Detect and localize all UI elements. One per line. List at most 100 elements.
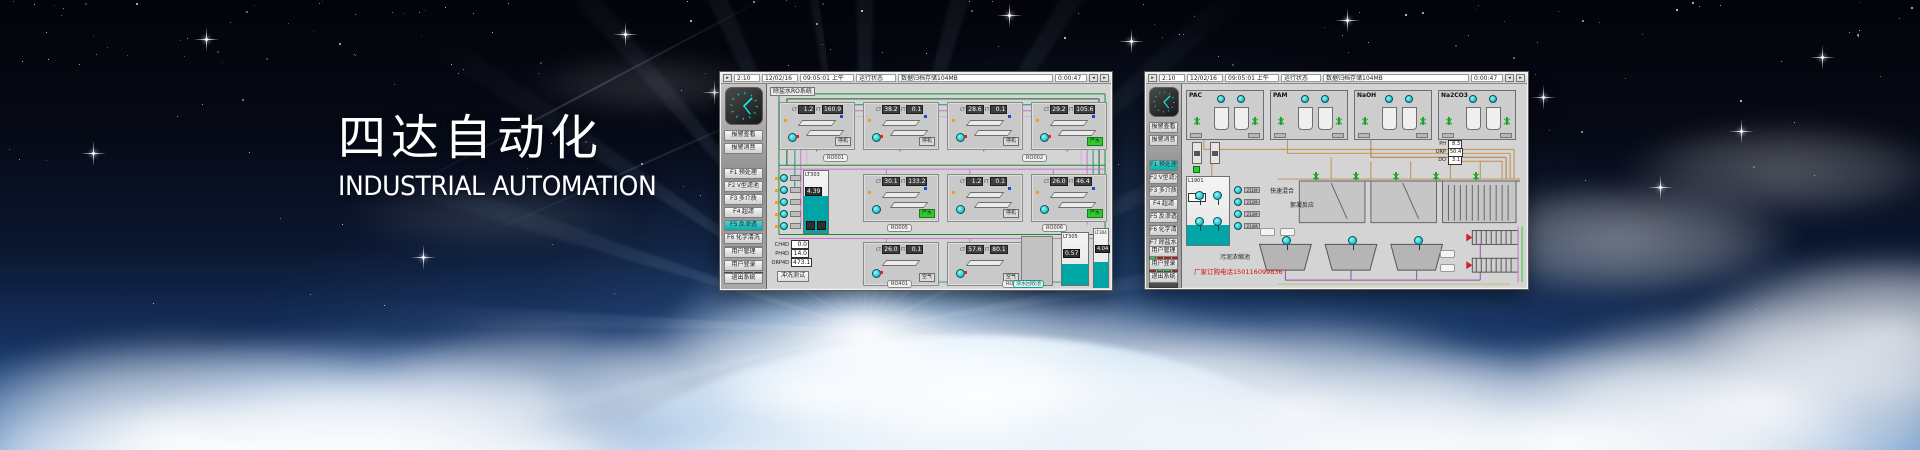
blank-button[interactable] [1260,228,1275,236]
valve-icon[interactable] [1361,117,1369,125]
user-button[interactable]: 用户管理 [1149,246,1178,257]
valve-icon[interactable] [1419,117,1427,125]
valve-icon[interactable] [1445,117,1453,125]
pump-icon[interactable] [780,186,788,194]
blank-button[interactable] [1440,264,1455,272]
sidebar-menu-button[interactable]: F3 多介质 [724,194,763,205]
hmi-window-ro-system[interactable]: ▸ 2:10 12/02/16 09:05:01 上午 运行状态 数据归档存储1… [720,72,1112,290]
titlebar-menu-button[interactable]: ▸ [1148,74,1157,82]
alarm-view-button[interactable]: 报警查看 [724,130,763,141]
blank-button[interactable] [1280,228,1295,236]
unit-state-button[interactable]: 停机 [919,137,935,146]
tag-plate [1332,133,1344,138]
sidebar-menu-button[interactable]: F2 V型滤池 [1149,173,1178,184]
unit-state-button[interactable]: 停机 [835,137,851,146]
pump-icon[interactable] [1040,205,1049,214]
pump-tag: 214M [1244,223,1260,229]
unit-state-button[interactable]: 产水 [1087,209,1103,218]
titlebar-menu-button[interactable]: ▸ [723,74,732,82]
pump-icon[interactable] [780,198,788,206]
pump-icon[interactable] [1234,186,1242,194]
sidebar-menu-button[interactable]: F1 预处理 [1149,160,1178,171]
titlebar-prev-button[interactable]: ◂ [1089,74,1098,82]
valve-icon[interactable] [1193,117,1201,125]
skid-chemical-label: PAC [1189,92,1202,99]
pump-icon[interactable] [1234,210,1242,218]
flush-test-button[interactable]: 冲洗测试 [777,271,809,282]
valve-icon[interactable] [1312,172,1320,180]
dosing-skids: PAC PAM [1186,90,1516,140]
ro-unit[interactable]: CT 1.2 FT 0.1 停机 [947,174,1023,222]
valve-indicator [952,191,955,194]
titlebar-time: 2:10 [1159,74,1185,82]
pump-icon[interactable] [780,210,788,218]
valve-icon[interactable] [1277,117,1285,125]
mixer-icon [1489,95,1497,103]
unit-state-button[interactable]: 停机 [1003,209,1019,218]
sludge-tank-label: 污泥浓缩池 [1220,252,1250,261]
vendor-phone-text: 厂家订购电话150116099836 [1194,266,1283,276]
dosing-skid[interactable]: Na2CO3 [1438,90,1516,140]
titlebar-next-button[interactable]: ▸ [1100,74,1109,82]
sidebar-menu-button[interactable]: F6 化学清洗 [724,233,763,244]
ro-unit[interactable]: CT 28.6 FT 0.1 停机 [947,102,1023,150]
valve-icon[interactable] [1432,172,1440,180]
unit-state-button[interactable]: 产水 [919,209,935,218]
dosing-skid[interactable]: NaOH [1354,90,1432,140]
pump-icon[interactable] [956,205,965,214]
chemical-tank [1466,107,1481,130]
bright-star [1821,56,1824,59]
sidebar-menu-button[interactable]: F2 V型滤池 [724,181,763,192]
dosing-skid[interactable]: PAC [1186,90,1264,140]
valve-icon[interactable] [1352,172,1360,180]
clock-icon [1151,89,1177,115]
sidebar-menu-button[interactable]: F1 预处理 [724,168,763,179]
sidebar-menu-button[interactable]: F5 反渗透 [1149,212,1178,223]
pump-icon[interactable] [780,174,788,182]
sidebar-menu-button[interactable]: F5 反渗透 [724,220,763,231]
mixer-icon [1237,95,1245,103]
user-button[interactable]: 退出系统 [724,273,763,284]
ro-unit[interactable]: CT 29.2 FT 105.6 产水 [1031,102,1107,150]
ro-unit[interactable]: CT 1.2 FT 160.9 停机 [779,102,855,150]
pump-icon[interactable] [1234,198,1242,206]
pump-icon[interactable] [780,222,788,230]
alarm-mute-button[interactable]: 报警消音 [724,143,763,154]
pump-icon[interactable] [1234,222,1242,230]
valve-indicator [924,187,927,190]
alarm-mute-button[interactable]: 报警消音 [1149,135,1178,146]
ro-unit[interactable]: CT 38.2 FT 0.1 停机 [863,102,939,150]
ro-unit[interactable]: CT 30.1 FT 133.2 产水 [863,174,939,222]
blank-button[interactable] [1440,250,1455,258]
valve-icon[interactable] [1472,172,1480,180]
titlebar-next-button[interactable]: ▸ [1516,74,1525,82]
sidebar-menu-button[interactable]: F6 化学清洗 [1149,225,1178,236]
mixer-icon [1195,217,1204,226]
pump-row: 213M [1234,208,1260,220]
pump-icon[interactable] [872,205,881,214]
titlebar-prev-button[interactable]: ◂ [1505,74,1514,82]
user-button[interactable]: 用户登录 [724,260,763,271]
user-button[interactable]: 用户管理 [724,247,763,258]
valve-indicator [964,271,967,274]
dosing-skid[interactable]: PAM [1270,90,1348,140]
valve-icon[interactable] [1251,117,1259,125]
ro-unit[interactable]: CT 26.0 FT 46.4 产水 [1031,174,1107,222]
sidebar: 报警查看 报警消音 F1 预处理 F2 V型滤池 F3 多介质 F4 超滤 F5… [721,84,767,289]
chemical-tank [1234,107,1249,130]
sidebar-menu-button[interactable]: F4 超滤 [724,207,763,218]
alarm-view-button[interactable]: 报警查看 [1149,122,1178,133]
titlebar: ▸ 2:10 12/02/16 09:05:01 上午 运行状态 数据归档存储1… [721,73,1111,84]
unit-state-button[interactable]: 停机 [1003,137,1019,146]
sidebar-menu-button[interactable]: F4 超滤 [1149,199,1178,210]
tank-lt304: LT304 4.04 [1093,228,1109,288]
unit-state-button[interactable]: 产水 [1087,137,1103,146]
hmi-window-pretreatment[interactable]: ▸ 2:10 12/02/16 09:05:01 上午 运行状态 数据归档存储1… [1145,72,1528,289]
valve-icon[interactable] [1335,117,1343,125]
valve-icon[interactable] [1503,117,1511,125]
user-button[interactable]: 退出系统 [1149,272,1178,283]
chemical-tank [1382,107,1397,130]
user-button[interactable]: 用户登录 [1149,259,1178,270]
sidebar-menu-button[interactable]: F3 多介质 [1149,186,1178,197]
valve-icon[interactable] [1392,172,1400,180]
